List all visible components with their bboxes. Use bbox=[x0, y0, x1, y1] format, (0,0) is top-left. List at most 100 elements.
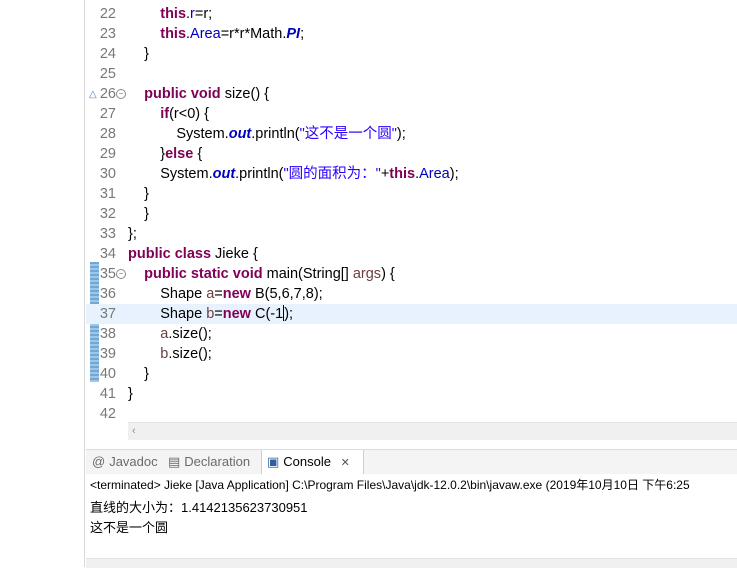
javadoc-icon: @ bbox=[92, 454, 106, 469]
fold-toggle-icon[interactable]: − bbox=[116, 269, 126, 279]
code-token: -1 bbox=[270, 306, 284, 322]
code-line[interactable]: 31 } bbox=[86, 184, 737, 204]
code-token: static bbox=[190, 266, 229, 282]
code-token: "这不是一个圆" bbox=[299, 126, 397, 142]
code-line[interactable]: 39 b.size(); bbox=[86, 344, 737, 364]
code-token: System. bbox=[160, 166, 213, 182]
code-token: out bbox=[212, 166, 236, 182]
code-token: void bbox=[232, 266, 263, 282]
scroll-left-icon[interactable]: ‹ bbox=[132, 423, 136, 440]
code-text: } bbox=[128, 204, 149, 224]
code-line[interactable]: 36 Shape a=new B(5,6,7,8); bbox=[86, 284, 737, 304]
code-token: this bbox=[389, 166, 416, 182]
declaration-icon: ▤ bbox=[168, 454, 181, 469]
code-token: main(String[] bbox=[262, 266, 353, 282]
code-text: this.Area=r*r*Math.PI; bbox=[128, 24, 304, 44]
code-line[interactable]: 32 } bbox=[86, 204, 737, 224]
code-line[interactable]: 35− public static void main(String[] arg… bbox=[86, 264, 737, 284]
code-text: Shape b=new C(-1); bbox=[128, 304, 293, 324]
code-token: ); bbox=[396, 126, 406, 142]
code-token: ); bbox=[284, 306, 294, 322]
code-token: { bbox=[193, 146, 203, 162]
fold-toggle-icon[interactable]: − bbox=[116, 89, 126, 99]
code-text: public void size() { bbox=[128, 84, 269, 104]
tab-label: Console bbox=[283, 454, 331, 469]
console-view[interactable]: <terminated> Jieke [Java Application] C:… bbox=[86, 474, 737, 567]
code-line[interactable]: 25 bbox=[86, 64, 737, 84]
code-token: } bbox=[144, 366, 149, 382]
code-line[interactable]: 28 System.out.println("这不是一个圆"); bbox=[86, 124, 737, 144]
editor-horizontal-scrollbar[interactable]: ‹ bbox=[128, 422, 737, 440]
code-line[interactable]: 29 }else { bbox=[86, 144, 737, 164]
bottom-view-tabbar: @ Javadoc ▤ Declaration ▣ Console ✕ bbox=[86, 449, 737, 475]
code-line[interactable]: 34 public class Jieke { bbox=[86, 244, 737, 264]
code-text: Shape a=new B(5,6,7,8); bbox=[128, 284, 322, 304]
code-token: + bbox=[380, 166, 390, 182]
tab-console[interactable]: ▣ Console ✕ bbox=[261, 450, 364, 475]
code-line[interactable]: 27 if(r<0) { bbox=[86, 104, 737, 124]
code-token: void bbox=[190, 86, 221, 102]
line-number: 31 bbox=[99, 186, 116, 202]
line-number: 41 bbox=[99, 386, 116, 402]
code-token: new bbox=[222, 286, 251, 302]
code-text: a.size(); bbox=[128, 324, 212, 344]
close-icon[interactable]: ✕ bbox=[341, 457, 350, 469]
code-line[interactable]: 41} bbox=[86, 384, 737, 404]
code-token: public bbox=[144, 266, 187, 282]
code-text: public static void main(String[] args) { bbox=[128, 264, 395, 284]
left-panel bbox=[0, 0, 84, 567]
code-line[interactable]: 26 △ − public void size() { bbox=[86, 84, 737, 104]
tab-javadoc[interactable]: @ Javadoc bbox=[92, 450, 164, 474]
code-token: public bbox=[144, 86, 187, 102]
code-token: ); bbox=[449, 166, 459, 182]
override-marker-icon: △ bbox=[89, 89, 97, 100]
line-number: 29 bbox=[99, 146, 116, 162]
tab-label: Javadoc bbox=[109, 454, 158, 469]
line-number: 37 bbox=[99, 306, 116, 322]
code-token: =r*r*Math. bbox=[220, 26, 287, 42]
code-text: } bbox=[128, 44, 149, 64]
tab-declaration[interactable]: ▤ Declaration bbox=[168, 450, 260, 474]
code-token: } bbox=[144, 46, 149, 62]
code-line[interactable]: 24 } bbox=[86, 44, 737, 64]
code-token: .size(); bbox=[168, 326, 212, 342]
code-line[interactable]: 33}; bbox=[86, 224, 737, 244]
console-terminated-line: <terminated> Jieke [Java Application] C:… bbox=[90, 478, 690, 492]
line-number: 27 bbox=[99, 106, 116, 122]
line-number: 40 bbox=[99, 366, 116, 382]
code-token: .println( bbox=[251, 126, 300, 142]
code-line[interactable]: 37 Shape b=new C(-1); bbox=[86, 304, 737, 324]
code-line[interactable]: 40 } bbox=[86, 364, 737, 384]
code-token: out bbox=[228, 126, 252, 142]
line-number: 23 bbox=[99, 26, 116, 42]
code-editor[interactable]: 22 this.r=r; 23 this.Area=r*r*Math.PI; 24 … bbox=[86, 0, 737, 440]
code-line[interactable]: 30 System.out.println("圆的面积为："+this.Area… bbox=[86, 164, 737, 184]
code-token: =r; bbox=[194, 6, 213, 22]
line-number: 30 bbox=[99, 166, 116, 182]
line-number: 36 bbox=[99, 286, 116, 302]
line-number: 24 bbox=[99, 46, 116, 62]
code-line[interactable]: 22 this.r=r; bbox=[86, 4, 737, 24]
code-token: }; bbox=[128, 226, 137, 242]
line-number: 25 bbox=[99, 66, 116, 82]
code-line[interactable]: 23 this.Area=r*r*Math.PI; bbox=[86, 24, 737, 44]
code-line[interactable]: 42 bbox=[86, 404, 737, 424]
line-number: 32 bbox=[99, 206, 116, 222]
tab-label: Declaration bbox=[184, 454, 251, 469]
code-line[interactable]: 38 a.size(); bbox=[86, 324, 737, 344]
code-token: Area bbox=[190, 26, 221, 42]
line-number: 38 bbox=[99, 326, 116, 342]
code-token: } bbox=[144, 186, 149, 202]
code-text: } bbox=[128, 384, 133, 404]
